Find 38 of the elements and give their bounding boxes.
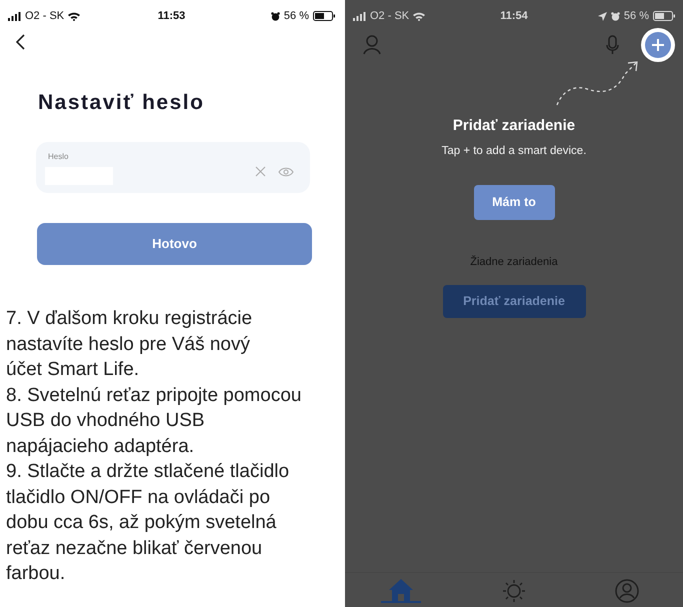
user-icon[interactable] [363,35,381,55]
battery-percent: 56 % [624,8,649,24]
carrier-name: O2 - SK [25,8,64,24]
profile-icon [614,579,639,603]
clock-time: 11:53 [158,8,186,24]
add-device-cta[interactable]: Pridať zariadenie [442,284,586,318]
instruction-paragraph: 7. V ďalšom kroku registrácie nastavíte heslo pre Váš nový účet Smart Life. [6,307,254,382]
wifi-icon [413,12,426,20]
done-button[interactable]: Hotovo [37,223,312,265]
clear-icon[interactable] [255,166,266,177]
alarm-icon [610,12,620,20]
location-arrow-icon [598,12,607,20]
plus-icon [645,32,671,58]
signal-icon [353,12,366,20]
got-it-button[interactable]: Mám to [474,185,554,220]
signal-icon [8,12,21,20]
clock-time: 11:54 [500,8,528,24]
carrier-name: O2 - SK [370,8,410,24]
instruction-paragraph: 8. Svetelnú reťaz pripojte pomocou USB do vhodného USB napájacieho adaptéra. [6,384,302,458]
empty-message: Žiadne zariadenia [470,254,558,270]
battery-icon [313,11,335,21]
back-chevron-icon[interactable] [16,34,26,50]
battery-icon [653,11,675,21]
page-title: Nastaviť heslo [38,90,206,116]
wifi-icon [68,12,80,20]
coach-title: Pridať zariadenie [452,116,576,136]
add-device-button[interactable] [641,28,675,62]
coach-hint: Tap + to add a smart device. [442,144,586,159]
battery-percent: 56 % [284,8,309,24]
password-field[interactable]: Heslo [36,142,310,193]
alarm-icon [270,12,280,20]
home-icon [389,579,414,601]
microphone-icon[interactable] [606,35,619,55]
field-label: Heslo [48,150,70,162]
sun-icon [502,579,526,603]
eye-icon[interactable] [278,166,294,176]
instruction-paragraph: 9. Stlačte a držte stlačené tlačidlo tlačidlo ON/OFF na ovládači po dobu cca 6s, až pokým svetelná reťaz nezačne blikať červenou farbou. [6,460,290,586]
tab-item[interactable] [381,579,422,603]
